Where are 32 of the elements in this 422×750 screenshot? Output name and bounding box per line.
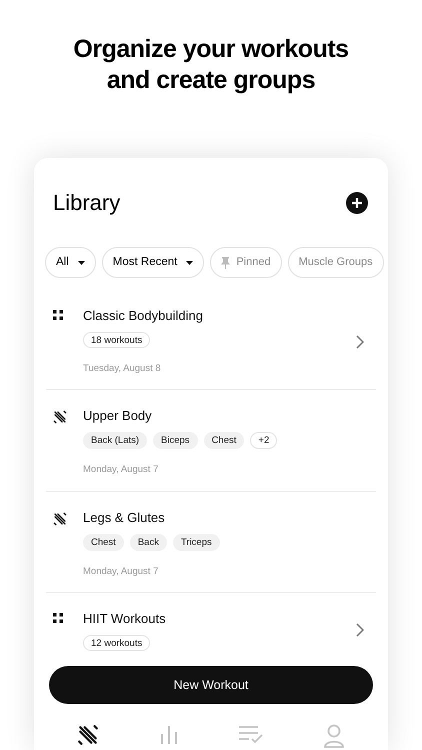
headline: Organize your workouts and create groups [72, 34, 350, 96]
item-date: Tuesday, August 8 [83, 362, 162, 376]
grid-dots-icon [53, 310, 63, 320]
count-chip: 18 workouts [83, 332, 150, 348]
library-title: Library [53, 189, 120, 217]
profile-icon[interactable] [322, 724, 345, 748]
muscle-tag: Chest [204, 432, 244, 450]
muscle-tag: Chest [83, 534, 124, 550]
chevron-right-icon [356, 623, 364, 638]
item-date: Monday, August 7 [83, 463, 160, 478]
muscle-tag: Biceps [153, 432, 198, 450]
item-title[interactable]: Upper Body [83, 407, 364, 424]
muscle-tag: Back (Lats) [83, 432, 148, 450]
count-chip: 12 workouts [83, 634, 150, 651]
filter-dropdown[interactable]: All [45, 247, 96, 278]
item-title[interactable]: Legs & Glutes [83, 508, 364, 526]
chevron-right-icon [356, 334, 364, 349]
caret-icon [78, 260, 85, 264]
more-tag: +2 [250, 432, 278, 450]
pin-icon [221, 256, 230, 268]
new-workout-button[interactable]: New Workout [49, 666, 373, 704]
grid-dots-icon [53, 612, 63, 623]
plus-icon [351, 196, 363, 208]
caret-icon [186, 260, 194, 264]
filter-dropdown[interactable]: Most Recent [102, 247, 204, 278]
add-button[interactable] [346, 192, 368, 214]
item-title[interactable]: HIIT Workouts [83, 610, 356, 627]
item-title[interactable]: Classic Bodybuilding [83, 307, 356, 324]
checklist-icon[interactable] [238, 724, 264, 744]
muscle-tag: Triceps [172, 534, 220, 550]
item-date: Monday, August 7 [83, 564, 160, 578]
muscle-tag: Back [130, 534, 167, 550]
